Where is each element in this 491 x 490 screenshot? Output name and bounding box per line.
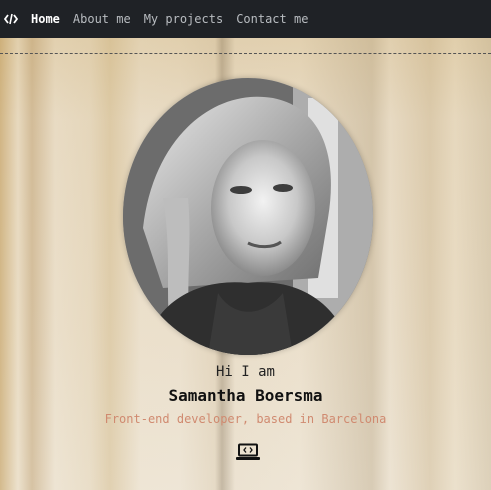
nav-link-home[interactable]: Home	[31, 12, 60, 26]
developer-name: Samantha Boersma	[168, 386, 323, 405]
tagline-text: Front-end developer, based in Barcelona	[104, 412, 387, 426]
nav-link-contact[interactable]: Contact me	[236, 12, 308, 26]
laptop-code-icon	[236, 443, 260, 461]
nav-link-about[interactable]: About me	[73, 12, 131, 26]
code-icon[interactable]	[4, 12, 18, 26]
greeting-text: Hi I am	[215, 364, 275, 380]
divider	[0, 53, 491, 54]
nav-link-projects[interactable]: My projects	[144, 12, 223, 26]
profile-photo	[123, 78, 373, 355]
top-navbar: Home About me My projects Contact me	[0, 0, 491, 38]
